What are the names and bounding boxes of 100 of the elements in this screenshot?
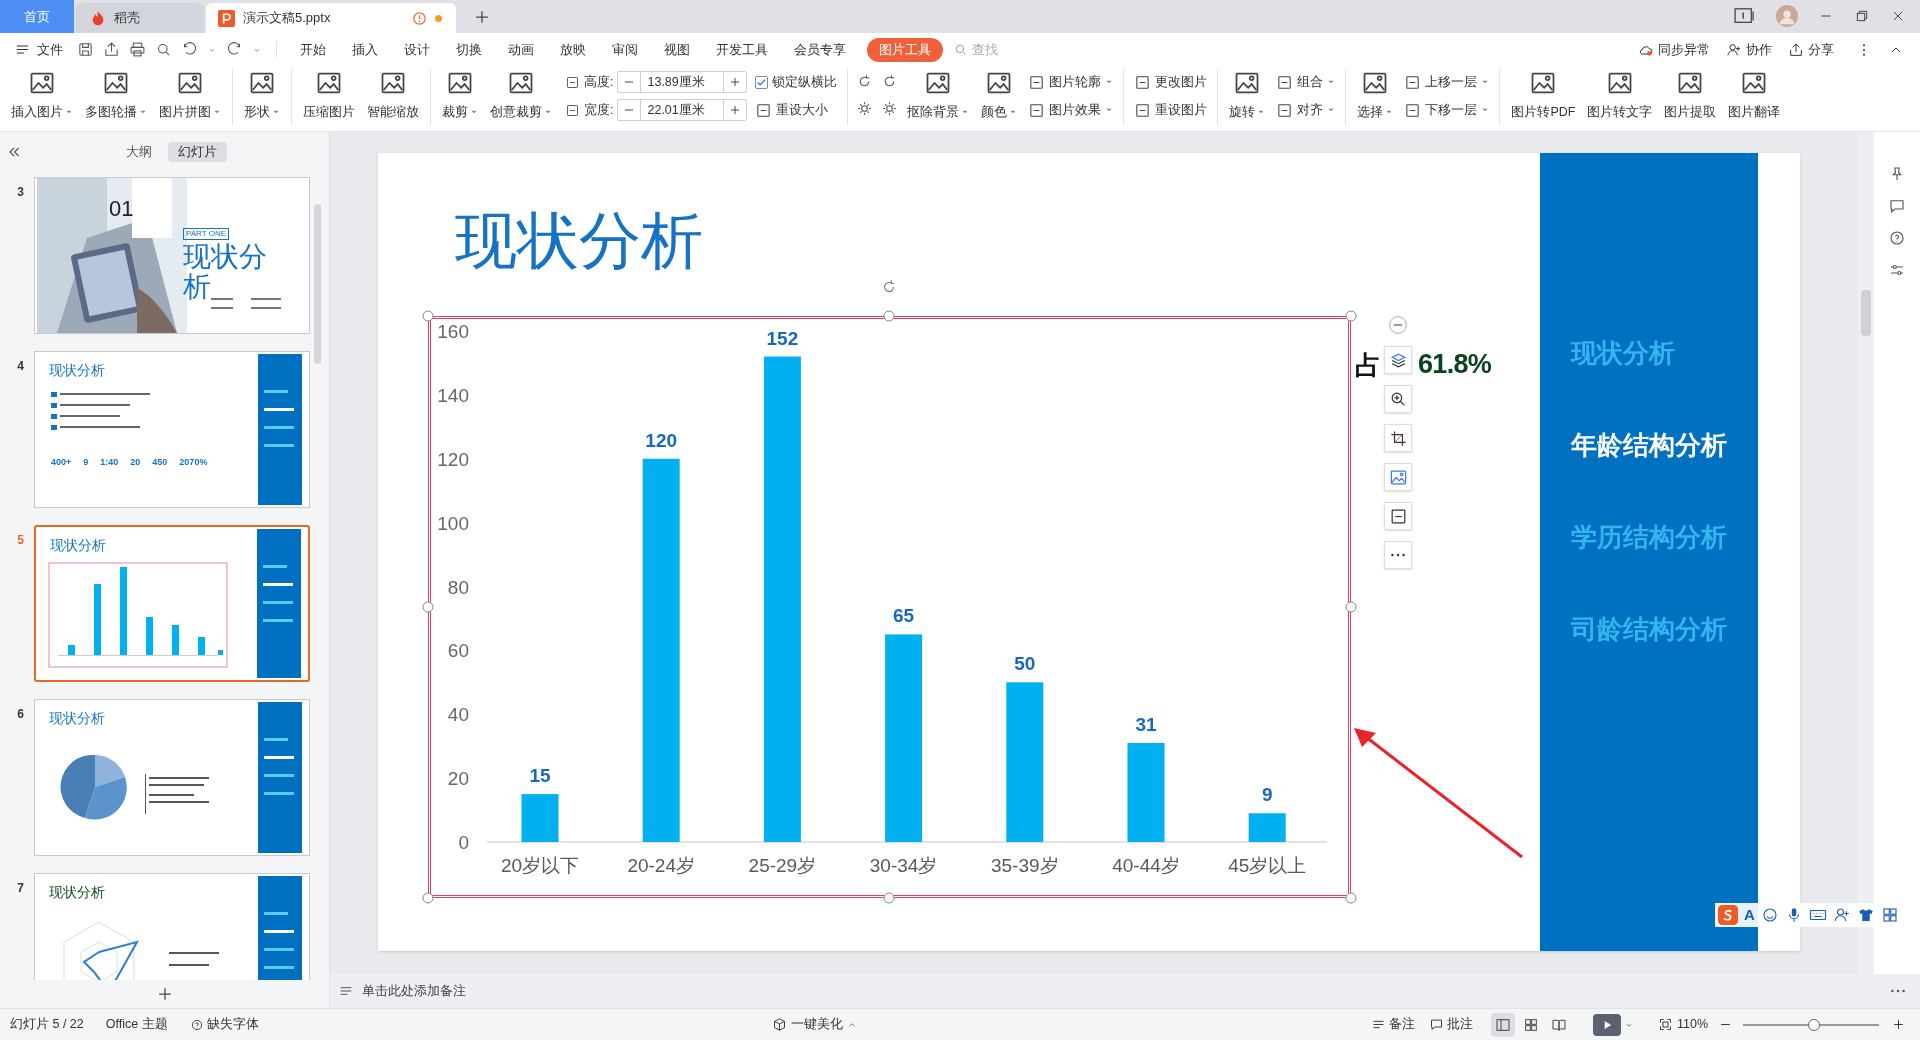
more-icon[interactable] xyxy=(1890,989,1906,993)
caret-icon[interactable] xyxy=(1105,78,1114,86)
brightness-icon[interactable] xyxy=(856,100,874,117)
caret-icon[interactable] xyxy=(1327,106,1336,114)
resize-handle[interactable] xyxy=(422,310,434,322)
toolbar-action[interactable]: 协作 xyxy=(1726,39,1772,60)
ribbon-button[interactable]: 图片转文字 xyxy=(1584,69,1656,122)
size-field[interactable]: 13.89厘米 xyxy=(617,71,748,93)
menu-tab[interactable]: 放映 xyxy=(547,39,599,60)
scrollbar-thumb[interactable] xyxy=(314,204,321,364)
preview-icon[interactable] xyxy=(155,41,172,58)
ribbon-button[interactable]: 形状 xyxy=(241,69,283,122)
menu-tab[interactable]: 动画 xyxy=(495,39,547,60)
resize-handle[interactable] xyxy=(1345,892,1357,904)
ribbon-button[interactable]: 图片轮廓 xyxy=(1028,69,1114,95)
slide-thumbnail[interactable]: 400+ 9 1:40 20 450 2070% 现状分析 xyxy=(34,351,310,508)
view-tab[interactable]: 大纲 xyxy=(116,142,162,162)
ribbon-button[interactable]: 智能缩放 xyxy=(364,69,422,122)
ribbon-button[interactable]: 选择 xyxy=(1354,69,1397,122)
ribbon-button[interactable]: 抠除背景 xyxy=(904,69,973,122)
ribbon-button[interactable]: 插入图片 xyxy=(8,69,76,122)
ribbon-button[interactable]: 重设大小 xyxy=(755,97,838,123)
ribbon-button[interactable]: 旋转 xyxy=(1226,69,1269,122)
ribbon-button[interactable]: 重设图片 xyxy=(1134,97,1208,123)
comment-icon[interactable] xyxy=(1888,197,1906,215)
warning-icon[interactable] xyxy=(412,10,427,26)
slideshow-button[interactable] xyxy=(1592,1013,1621,1036)
slide-thumbnail[interactable]: 现状分析 xyxy=(34,699,310,856)
ribbon-button[interactable]: 颜色 xyxy=(978,69,1021,122)
float-tool-button[interactable] xyxy=(1384,424,1412,452)
view-tab[interactable]: 幻灯片 xyxy=(168,142,227,162)
menu-tab[interactable]: 视图 xyxy=(651,39,703,60)
size-field[interactable]: 22.01厘米 xyxy=(617,99,748,121)
ribbon-button[interactable]: 创意裁剪 xyxy=(487,69,555,122)
menu-tab[interactable]: 审阅 xyxy=(599,39,651,60)
ribbon-button[interactable]: 多图轮播 xyxy=(82,69,150,122)
tab[interactable]: 演示文稿5.pptx xyxy=(206,3,456,33)
window-count-icon[interactable] xyxy=(1734,7,1756,25)
save-icon[interactable] xyxy=(77,41,94,58)
menu-tab[interactable]: 开发工具 xyxy=(703,39,781,60)
float-tool-button[interactable] xyxy=(1384,346,1412,374)
section-link[interactable]: 年龄结构分析 xyxy=(1571,421,1758,469)
missing-fonts-button[interactable]: 缺失字体 xyxy=(189,1015,259,1034)
menu-tab[interactable]: 插入 xyxy=(339,39,391,60)
theme-name[interactable]: Office 主题 xyxy=(105,1015,168,1034)
notes-button[interactable]: 备注 xyxy=(1370,1015,1415,1034)
checkbox[interactable] xyxy=(755,75,769,89)
scrollbar-thumb[interactable] xyxy=(1861,290,1871,336)
chart-frame[interactable]: 0 20 40 60 80 100 120 140 160 15 20岁以下 120 20-24岁 152 25-29岁 65 30-34岁 50 35-39岁 31 40-44岁 9 45岁以上 xyxy=(428,316,1351,898)
ribbon-button[interactable]: 图片翻译 xyxy=(1725,69,1784,122)
file-menu[interactable]: 文件 xyxy=(14,39,63,60)
caret-icon[interactable] xyxy=(1105,106,1114,114)
ribbon-button[interactable]: 图片提取 xyxy=(1661,69,1720,122)
export-icon[interactable] xyxy=(103,41,120,58)
comments-button[interactable]: 批注 xyxy=(1428,1015,1473,1034)
beautify-button[interactable]: 一键美化 xyxy=(772,1015,858,1034)
view-mode-button[interactable] xyxy=(1490,1012,1515,1037)
slide-thumbnail[interactable]: 01 PART ONE 现状分析 xyxy=(34,177,310,334)
notes-field[interactable]: 单击此处添加备注 xyxy=(362,981,466,1001)
skin-icon[interactable] xyxy=(1856,906,1875,924)
menu-tab[interactable]: 开始 xyxy=(287,39,339,60)
undo-icon[interactable] xyxy=(181,41,198,58)
float-tool-button[interactable] xyxy=(1384,502,1412,530)
ribbon-button[interactable]: 压缩图片 xyxy=(300,69,358,122)
ribbon-button[interactable]: 组合 xyxy=(1276,69,1336,95)
ribbon-button[interactable]: 上移一层 xyxy=(1404,69,1490,95)
zoom-in-icon[interactable] xyxy=(1891,1017,1906,1032)
caret-icon[interactable] xyxy=(1481,106,1490,114)
float-tool-button[interactable] xyxy=(1384,385,1412,413)
zoom-slider-track[interactable] xyxy=(1743,1017,1879,1032)
zoom-slider-thumb[interactable] xyxy=(1807,1018,1820,1031)
tab[interactable]: 稻壳 xyxy=(76,3,204,33)
ribbon-button[interactable]: 图片效果 xyxy=(1028,97,1114,123)
restore-icon[interactable] xyxy=(1854,8,1870,24)
menu-tab[interactable]: 切换 xyxy=(443,39,495,60)
help-icon[interactable] xyxy=(1888,229,1906,247)
caret-icon[interactable] xyxy=(1327,78,1336,86)
ribbon-button[interactable]: 图片转PDF xyxy=(1508,69,1579,122)
redo-icon[interactable] xyxy=(226,41,243,58)
user-icon[interactable] xyxy=(1832,906,1851,924)
ribbon-button[interactable]: 裁剪 xyxy=(439,69,481,122)
resize-handle[interactable] xyxy=(422,601,434,613)
resize-handle[interactable] xyxy=(1345,601,1357,613)
resize-handle[interactable] xyxy=(883,892,895,904)
toolbox-icon[interactable] xyxy=(1880,906,1899,924)
slide-thumbnail[interactable]: 现状分析 xyxy=(34,525,310,682)
caret-icon[interactable] xyxy=(1481,78,1490,86)
brightness-icon[interactable] xyxy=(881,100,899,117)
search-field[interactable]: 查找 xyxy=(972,39,1062,60)
resize-handle[interactable] xyxy=(1345,310,1357,322)
toolbar-action[interactable]: 同步异常 xyxy=(1638,39,1710,60)
menu-tab[interactable]: 会员专享 xyxy=(781,39,859,60)
ribbon-button[interactable]: 更改图片 xyxy=(1134,69,1208,95)
print-icon[interactable] xyxy=(129,41,146,58)
zoom-button[interactable]: 110% xyxy=(1657,1015,1708,1034)
slide-thumbnail[interactable]: 现状分析 xyxy=(34,873,310,980)
ribbon-button[interactable]: 锁定纵横比 xyxy=(755,69,838,95)
ribbon-button[interactable]: 对齐 xyxy=(1276,97,1336,123)
resize-handle[interactable] xyxy=(422,892,434,904)
ribbon-button[interactable]: 图片拼图 xyxy=(156,69,224,122)
